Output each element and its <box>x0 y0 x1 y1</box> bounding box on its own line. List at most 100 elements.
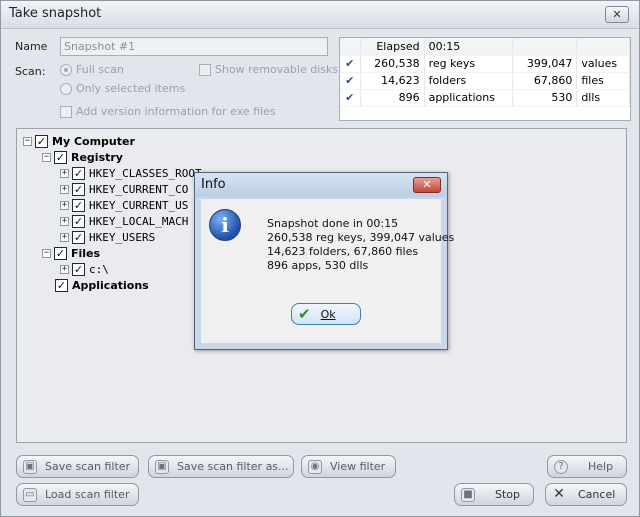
tree-node-hkcc[interactable]: + ✓ HKEY_CURRENT_CO <box>60 181 188 197</box>
dialog-title: Info <box>201 177 226 192</box>
stat-count: 67,860 <box>512 72 578 90</box>
window-title: Take snapshot <box>9 6 102 21</box>
full-scan-radio[interactable]: Full scan <box>60 63 124 76</box>
checkbox-checked-icon[interactable]: ✓ <box>72 182 85 196</box>
tree-label: My Computer <box>52 134 135 148</box>
dialog-message-line: 14,623 folders, 67,860 files <box>267 245 419 258</box>
stats-panel: Elapsed 00:15 ✔ 260,538 reg keys 399,047… <box>339 37 631 121</box>
radio-icon <box>60 82 72 95</box>
checkmark-icon: ✔ <box>340 89 361 107</box>
collapse-icon[interactable]: − <box>23 136 32 146</box>
checkbox-checked-icon[interactable]: ✓ <box>35 134 48 148</box>
tree-node-hkcu[interactable]: + ✓ HKEY_CURRENT_US <box>60 197 188 213</box>
show-removable-checkbox[interactable]: Show removable disks <box>199 63 338 76</box>
add-version-checkbox[interactable]: Add version information for exe files <box>60 105 276 118</box>
stop-icon: ■ <box>461 487 475 502</box>
tree-label: Applications <box>72 278 149 292</box>
tree-label: HKEY_CURRENT_US <box>89 198 189 212</box>
title-bar: Take snapshot ✕ <box>1 1 639 29</box>
expand-icon[interactable]: + <box>60 264 69 274</box>
only-selected-radio[interactable]: Only selected items <box>60 82 185 95</box>
expand-icon[interactable]: + <box>60 184 69 194</box>
cancel-button[interactable]: ✕ Cancel <box>545 483 627 506</box>
tree-node-applications[interactable]: ✓ Applications <box>55 277 149 293</box>
tree-label: Registry <box>71 150 123 164</box>
expand-icon[interactable]: + <box>60 200 69 210</box>
collapse-icon[interactable]: − <box>42 248 51 258</box>
tree-label: Files <box>71 246 101 260</box>
checkbox-checked-icon[interactable]: ✓ <box>72 214 85 228</box>
scan-label: Scan: <box>15 65 46 78</box>
checkbox-checked-icon[interactable]: ✓ <box>54 150 67 164</box>
name-label: Name <box>15 40 48 53</box>
add-version-label: Add version information for exe files <box>76 105 276 118</box>
show-removable-label: Show removable disks <box>215 63 339 76</box>
save-scan-filter-as-button[interactable]: ▣ Save scan filter as... <box>148 455 294 478</box>
checkbox-checked-icon[interactable]: ✓ <box>55 278 68 292</box>
checkmark-icon: ✔ <box>298 305 311 323</box>
stat-label: files <box>576 72 630 90</box>
stat-count: 399,047 <box>512 55 578 73</box>
save-scan-filter-button[interactable]: ▣ Save scan filter <box>16 455 139 478</box>
tree-label: HKEY_CURRENT_CO <box>89 182 189 196</box>
stop-button[interactable]: ■ Stop <box>454 483 534 506</box>
checkbox-icon <box>60 105 72 118</box>
expand-icon[interactable]: + <box>60 216 69 226</box>
tree-node-files[interactable]: − ✓ Files <box>42 245 100 261</box>
info-icon: i <box>209 209 241 241</box>
stat-label: values <box>576 55 630 73</box>
dialog-title-bar: Info ✕ <box>195 173 447 197</box>
stat-count: 260,538 <box>360 55 425 73</box>
stat-count: 896 <box>360 89 425 107</box>
checkbox-checked-icon[interactable]: ✓ <box>54 246 67 260</box>
tree-node-drive-c[interactable]: + ✓ c:\ <box>60 261 109 277</box>
tree-label: HKEY_LOCAL_MACH <box>89 214 189 228</box>
radio-icon <box>60 63 72 76</box>
checkbox-icon <box>199 63 211 76</box>
expand-icon[interactable]: + <box>60 168 69 178</box>
stat-label: dlls <box>576 89 630 107</box>
checkbox-checked-icon[interactable]: ✓ <box>72 262 85 276</box>
stat-count: 14,623 <box>360 72 425 90</box>
stat-label: folders <box>424 72 514 90</box>
stat-label: reg keys <box>424 55 514 73</box>
checkbox-checked-icon[interactable]: ✓ <box>72 230 85 244</box>
tree-node-hklm[interactable]: + ✓ HKEY_LOCAL_MACH <box>60 213 188 229</box>
collapse-icon[interactable]: − <box>42 152 51 162</box>
stat-label: applications <box>424 89 514 107</box>
checkmark-icon: ✔ <box>340 72 361 90</box>
take-snapshot-window: Take snapshot ✕ Name Scan: Full scan Onl… <box>0 0 640 517</box>
tree-node-hkcr[interactable]: + ✓ HKEY_CLASSES_ROOT <box>60 165 202 181</box>
snapshot-name-input[interactable] <box>60 37 328 56</box>
ok-button[interactable]: ✔ Ok <box>291 303 361 325</box>
save-as-icon: ▣ <box>155 459 169 474</box>
dialog-close-icon[interactable]: ✕ <box>413 177 441 193</box>
expand-icon[interactable]: + <box>60 232 69 242</box>
view-filter-button[interactable]: ◉ View filter <box>301 455 396 478</box>
dialog-message-line: 260,538 reg keys, 399,047 values <box>267 231 455 244</box>
checkbox-checked-icon[interactable]: ✓ <box>72 166 85 180</box>
load-scan-filter-button[interactable]: ▭ Load scan filter <box>16 483 139 506</box>
tree-label: c:\ <box>89 262 109 276</box>
tree-node-registry[interactable]: − ✓ Registry <box>42 149 123 165</box>
camera-icon: ◉ <box>308 459 322 474</box>
checkbox-checked-icon[interactable]: ✓ <box>72 198 85 212</box>
dialog-body: i Snapshot done in 00:15 260,538 reg key… <box>201 199 454 343</box>
stats-row: ✔ 14,623 folders 67,860 files <box>340 72 630 90</box>
cancel-icon: ✕ <box>553 485 565 502</box>
tree-node-hku[interactable]: + ✓ HKEY_USERS <box>60 229 155 245</box>
stats-row: ✔ 260,538 reg keys 399,047 values <box>340 55 630 73</box>
help-button[interactable]: ? Help <box>547 455 627 478</box>
info-dialog: Info ✕ i Snapshot done in 00:15 260,538 … <box>194 172 454 350</box>
tree-node-my-computer[interactable]: − ✓ My Computer <box>23 133 135 149</box>
elapsed-label: Elapsed <box>360 38 425 56</box>
folder-icon: ▭ <box>23 487 37 502</box>
elapsed-value: 00:15 <box>424 38 514 56</box>
stats-row: ✔ 896 applications 530 dlls <box>340 89 630 107</box>
help-icon: ? <box>554 459 568 474</box>
dialog-message-line: 896 apps, 530 dlls <box>267 259 369 272</box>
full-scan-label: Full scan <box>76 63 124 76</box>
tree-label: HKEY_CLASSES_ROOT <box>89 166 202 180</box>
save-icon: ▣ <box>23 459 37 474</box>
close-icon[interactable]: ✕ <box>605 6 629 23</box>
